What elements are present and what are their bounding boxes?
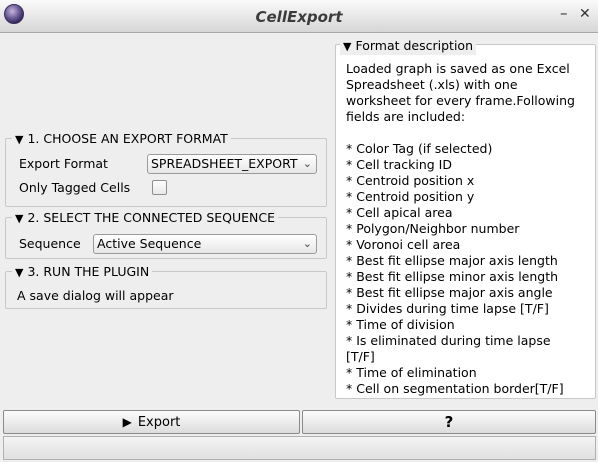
status-bar <box>3 436 596 460</box>
description-line: [T/F] <box>346 349 375 364</box>
minimize-icon[interactable]: – <box>560 4 568 22</box>
export-format-value: SPREADSHEET_EXPORT <box>151 156 298 171</box>
section-title: 2. SELECT THE CONNECTED SEQUENCE <box>27 210 276 225</box>
description-line: * Best fit ellipse major axis length <box>346 253 558 268</box>
sequence-value: Active Sequence <box>97 236 202 251</box>
close-icon[interactable]: ✕ <box>579 6 591 22</box>
chevron-down-icon: ⌄ <box>302 237 312 250</box>
only-tagged-checkbox[interactable] <box>152 180 167 195</box>
export-format-header[interactable]: ▼ 1. CHOOSE AN EXPORT FORMAT <box>12 130 231 148</box>
description-line: Spreadsheet (.xls) with one <box>346 77 518 92</box>
section-title: Format description <box>355 38 473 53</box>
section-title: 3. RUN THE PLUGIN <box>27 264 150 279</box>
sequence-label: Sequence <box>19 236 81 251</box>
only-tagged-label: Only Tagged Cells <box>19 180 131 195</box>
export-button[interactable]: ▶ Export <box>3 410 300 434</box>
help-button[interactable]: ? <box>302 410 596 434</box>
description-line: * Polygon/Neighbor number <box>346 221 520 236</box>
sequence-select[interactable]: Active Sequence ⌄ <box>93 234 317 254</box>
description-line: * Time of division <box>346 317 455 332</box>
collapse-triangle-icon[interactable]: ▼ <box>15 210 23 227</box>
description-line: * Cell tracking ID <box>346 157 452 172</box>
description-line: * Color Tag (if selected) <box>346 141 493 156</box>
description-line: fields are included: <box>346 109 466 124</box>
export-format-label: Export Format <box>19 156 108 171</box>
export-format-select[interactable]: SPREADSHEET_EXPORT ⌄ <box>147 154 317 174</box>
description-line: * Cell apical area <box>346 205 453 220</box>
format-description-text: Loaded graph is saved as one Excel Spread… <box>346 61 592 397</box>
collapse-triangle-icon[interactable]: ▼ <box>15 131 23 148</box>
chevron-down-icon: ⌄ <box>302 157 312 170</box>
collapse-triangle-icon[interactable]: ▼ <box>343 38 351 55</box>
collapse-triangle-icon[interactable]: ▼ <box>15 264 23 281</box>
description-line: * Is eliminated during time lapse <box>346 333 551 348</box>
section-title: 1. CHOOSE AN EXPORT FORMAT <box>27 131 228 146</box>
run-plugin-header[interactable]: ▼ 3. RUN THE PLUGIN <box>12 263 153 281</box>
format-description-header[interactable]: ▼ Format description <box>340 37 476 55</box>
description-line: * Best fit ellipse major axis angle <box>346 285 553 300</box>
export-button-label: Export <box>137 415 181 430</box>
description-line: Loaded graph is saved as one Excel <box>346 61 570 76</box>
play-icon: ▶ <box>122 415 132 429</box>
description-line: * Centroid position x <box>346 173 475 188</box>
title-bar[interactable]: CellExport – ✕ <box>0 0 598 33</box>
description-line: * Divides during time lapse [T/F] <box>346 301 549 316</box>
description-line: * Best fit ellipse minor axis length <box>346 269 559 284</box>
description-line: * Time of elimination <box>346 365 477 380</box>
sequence-header[interactable]: ▼ 2. SELECT THE CONNECTED SEQUENCE <box>12 209 279 227</box>
window-title: CellExport <box>255 8 343 26</box>
run-plugin-text: A save dialog will appear <box>17 288 174 303</box>
description-line: * Cell on segmentation border[T/F] <box>346 381 564 396</box>
description-line: worksheet for every frame.Following <box>346 93 575 108</box>
description-line <box>346 125 592 141</box>
description-line: * Voronoi cell area <box>346 237 461 252</box>
description-line: * Centroid position y <box>346 189 475 204</box>
